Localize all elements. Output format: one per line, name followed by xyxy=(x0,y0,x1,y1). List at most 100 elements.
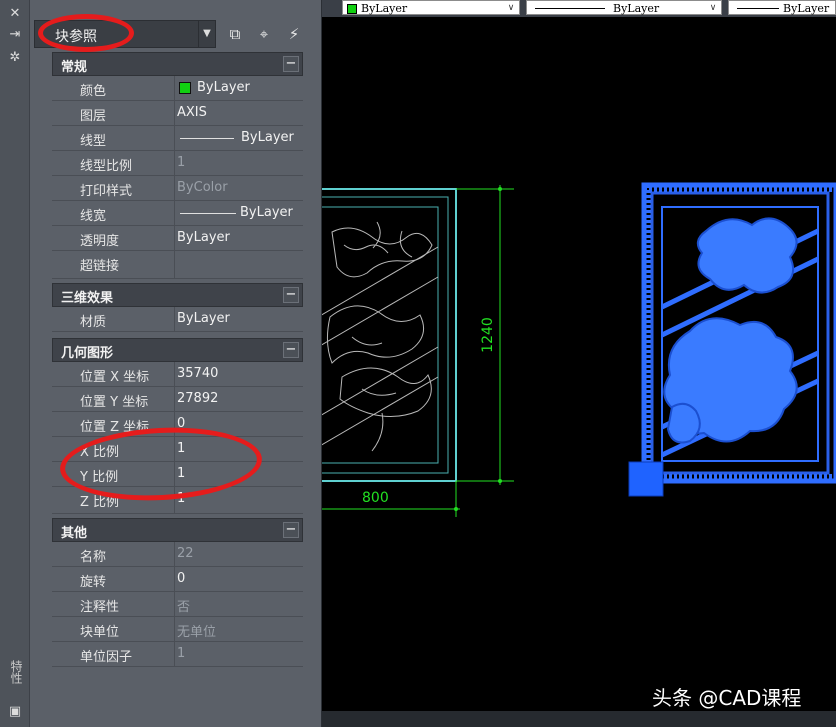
properties-toolbar: ByLayer ∨ ByLayer ∨ ByLayer xyxy=(322,0,836,17)
divider xyxy=(174,642,175,666)
property-label: 块单位 xyxy=(80,625,120,640)
collapse-icon[interactable]: − xyxy=(283,56,299,72)
quick-select-icon[interactable]: ⚡ xyxy=(284,24,304,44)
property-row-rotation[interactable]: 旋转 0 xyxy=(52,567,303,592)
section-misc[interactable]: 其他 − xyxy=(52,518,303,542)
dimension-width[interactable]: 800 xyxy=(322,481,460,517)
divider xyxy=(174,387,175,411)
property-label: 线型比例 xyxy=(80,159,133,174)
property-label: 材质 xyxy=(80,315,107,330)
property-value: 无单位 xyxy=(177,625,217,640)
section-geometry[interactable]: 几何图形 − xyxy=(52,338,303,362)
property-row-plot-style[interactable]: 打印样式 ByColor xyxy=(52,176,303,201)
close-icon[interactable]: ✕ xyxy=(6,6,24,22)
section-general[interactable]: 常规 − xyxy=(52,52,303,76)
palette-menu-icon[interactable]: ▣ xyxy=(6,704,24,720)
property-value: 22 xyxy=(177,546,194,561)
property-label: 名称 xyxy=(80,550,107,565)
divider xyxy=(174,226,175,250)
property-row-linetype[interactable]: 线型 ByLayer xyxy=(52,126,303,151)
property-row-name[interactable]: 名称 22 xyxy=(52,542,303,567)
dimension-height-text: 1240 xyxy=(480,317,496,353)
property-label: 线宽 xyxy=(80,209,107,224)
property-label: 打印样式 xyxy=(80,184,133,199)
dimension-height[interactable]: 1240 xyxy=(456,185,514,485)
linetype-preview xyxy=(180,138,234,139)
property-value: ByColor xyxy=(177,180,228,195)
property-value: 35740 xyxy=(177,366,219,381)
divider xyxy=(174,567,175,591)
property-row-color[interactable]: 颜色 ByLayer xyxy=(52,76,303,101)
property-label: 位置 X 坐标 xyxy=(80,370,150,385)
drawing-canvas[interactable]: 1240 800 xyxy=(322,17,836,711)
settings-icon[interactable]: ✲ xyxy=(6,50,24,66)
property-row-position-x[interactable]: 位置 X 坐标 35740 xyxy=(52,362,303,387)
property-row-position-y[interactable]: 位置 Y 坐标 27892 xyxy=(52,387,303,412)
lineweight-combo[interactable]: ByLayer xyxy=(728,0,836,15)
palette-title-strip[interactable]: ✕ ⇥ ✲ 特性 ▣ xyxy=(0,0,30,727)
property-row-lineweight[interactable]: 线宽 ByLayer xyxy=(52,201,303,226)
divider xyxy=(174,592,175,616)
property-label: 超链接 xyxy=(80,259,120,274)
block-reference-selected[interactable] xyxy=(628,182,836,497)
property-value: 0 xyxy=(177,571,186,586)
property-value: ByLayer xyxy=(240,205,293,220)
property-row-layer[interactable]: 图层 AXIS xyxy=(52,101,303,126)
property-label: 位置 Y 坐标 xyxy=(80,395,149,410)
divider xyxy=(174,151,175,175)
palette-title: 特性 xyxy=(9,660,23,684)
property-value: ByLayer xyxy=(177,311,230,326)
property-label: 图层 xyxy=(80,109,107,124)
auto-hide-icon[interactable]: ⇥ xyxy=(6,27,24,43)
color-combo[interactable]: ByLayer ∨ xyxy=(342,0,520,15)
property-row-material[interactable]: 材质 ByLayer xyxy=(52,307,303,332)
property-row-annotative[interactable]: 注释性 否 xyxy=(52,592,303,617)
property-value: 27892 xyxy=(177,391,219,406)
property-row-unit-factor[interactable]: 单位因子 1 xyxy=(52,642,303,667)
property-row-transparency[interactable]: 透明度 ByLayer xyxy=(52,226,303,251)
block-reference-left[interactable] xyxy=(322,188,457,482)
section-title: 其他 xyxy=(61,526,88,541)
section-3d-effects[interactable]: 三维效果 − xyxy=(52,283,303,307)
property-label: 线型 xyxy=(80,134,107,149)
property-label: 旋转 xyxy=(80,575,107,590)
divider xyxy=(174,542,175,566)
collapse-icon[interactable]: − xyxy=(283,287,299,303)
lineweight-combo-value: ByLayer xyxy=(783,2,830,15)
property-value: ByLayer xyxy=(177,230,230,245)
dimension-width-text: 800 xyxy=(362,490,389,506)
divider xyxy=(174,617,175,641)
property-label: 单位因子 xyxy=(80,650,133,665)
collapse-icon[interactable]: − xyxy=(283,342,299,358)
property-row-block-unit[interactable]: 块单位 无单位 xyxy=(52,617,303,642)
property-grid: 常规 − 颜色 ByLayer 图层 AXIS 线型 ByLayer 线型比例 1 打印… xyxy=(52,52,303,667)
lineweight-preview xyxy=(737,8,779,9)
linetype-preview xyxy=(535,8,605,9)
annotation-ellipse-selection xyxy=(38,14,134,52)
section-title: 几何图形 xyxy=(61,346,114,361)
divider xyxy=(174,101,175,125)
divider xyxy=(174,126,175,150)
property-label: 注释性 xyxy=(80,600,120,615)
property-value: 1 xyxy=(177,646,186,661)
chevron-down-icon: ∨ xyxy=(507,3,515,13)
select-objects-icon[interactable]: ⌖ xyxy=(254,24,274,44)
property-value: 1 xyxy=(177,155,186,170)
property-value: AXIS xyxy=(177,105,207,120)
property-row-hyperlink[interactable]: 超链接 xyxy=(52,251,303,279)
toggle-pickadd-icon[interactable]: ⧉ xyxy=(225,24,245,44)
collapse-icon[interactable]: − xyxy=(283,522,299,538)
horizontal-scrollbar[interactable] xyxy=(322,711,836,727)
color-swatch xyxy=(179,82,191,94)
property-value: 否 xyxy=(177,600,191,615)
section-title: 常规 xyxy=(61,60,88,75)
chevron-down-icon: ∨ xyxy=(709,3,717,13)
color-swatch xyxy=(347,4,357,14)
linetype-combo[interactable]: ByLayer ∨ xyxy=(526,0,722,15)
divider xyxy=(174,251,175,278)
property-label: 颜色 xyxy=(80,84,107,99)
properties-palette: ✕ ⇥ ✲ 特性 ▣ 块参照 ▼ ⧉ ⌖ ⚡ 常规 − 颜色 ByLayer 图层… xyxy=(0,0,322,727)
property-row-linetype-scale[interactable]: 线型比例 1 xyxy=(52,151,303,176)
insertion-grip[interactable] xyxy=(628,461,664,497)
lineweight-preview xyxy=(180,213,236,214)
